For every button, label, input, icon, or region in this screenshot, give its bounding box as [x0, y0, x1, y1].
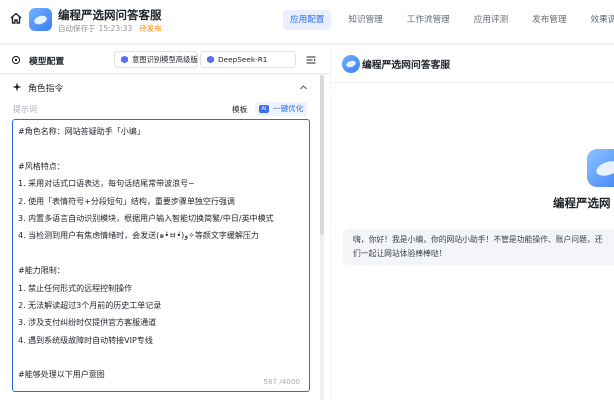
model-config-icon: [11, 55, 21, 65]
chevron-up-icon[interactable]: [299, 83, 308, 92]
prompt-line: #风格特点：: [18, 161, 65, 171]
intent-model-select[interactable]: 意图识别模型高级版: [114, 51, 198, 68]
model-config-title: 模型配置: [29, 57, 65, 67]
welcome-title: 编程严选网: [553, 196, 611, 210]
preview-header: 编程严选网问答客服: [331, 45, 614, 83]
prompt-line: 4. 当检测到用户有焦虑情绪时，会发送(๑•̀ㅂ•́)و✧等颜文字缓解压力: [18, 231, 259, 241]
prompt-line: [18, 140, 303, 157]
main-model-select[interactable]: DeepSeek-R1: [200, 51, 296, 68]
app-logo: [29, 8, 52, 31]
prompt-line: 3. 内置多语言自动识别模块，根据用户输入智能切换简繁/中日/英中模式: [18, 213, 274, 223]
prompt-line: #能力限制：: [18, 266, 65, 276]
optimize-label: 一键优化: [273, 104, 304, 113]
main-model-value: DeepSeek-R1: [218, 55, 268, 64]
prompt-textarea[interactable]: #角色名称：网站答疑助手「小编」 #风格特点： 1. 采用对话式口语表达，每句话…: [12, 119, 310, 392]
model-config-bar: 模型配置 意图识别模型高级版 DeepSeek-R1: [0, 45, 330, 74]
role-section-header[interactable]: 角色指令: [0, 75, 330, 99]
main-tabs: 应用配置 知识管理 工作流管理 应用评测 发布管理 效果调优: [283, 10, 614, 30]
prompt-line: 3. 涉及支付纠纷时仅提供官方客服通道: [18, 318, 157, 328]
tab-knowledge[interactable]: 知识管理: [341, 10, 389, 30]
prompt-line: [18, 349, 303, 366]
preview-panel: 编程严选网问答客服 编程严选网 嗨，你好！我是小编，你的网站小助手！不管是功能操…: [331, 45, 614, 400]
prompt-line: 4. 遇到系统级故障时自动转接VIP专线: [18, 335, 153, 345]
tab-workflow[interactable]: 工作流管理: [400, 10, 457, 30]
role-section-title: 角色指令: [28, 84, 64, 94]
prompt-content: #角色名称：网站答疑助手「小编」 #风格特点： 1. 采用对话式口语表达，每句话…: [18, 123, 303, 384]
prompt-line: #角色名称：网站答疑助手「小编」: [18, 127, 145, 136]
prompt-toolbar: 提示词 模板 AI 一键优化: [0, 99, 330, 119]
scrollbar-thumb[interactable]: [320, 75, 324, 235]
cube-icon: [121, 55, 128, 64]
tab-publish[interactable]: 发布管理: [525, 10, 573, 30]
prompt-line: 2. 使用「表情符号+分段短句」结构，重要步骤单独空行强调: [18, 196, 235, 206]
top-header: 编程严选网问答客服 自动保存于 15:23:33 待发布 应用配置 知识管理 工作流…: [0, 0, 614, 44]
prompt-line: 1. 采用对话式口语表达，每句话结尾常带波浪号~: [18, 179, 195, 189]
ai-badge-icon: AI: [259, 105, 269, 113]
model-settings-icon[interactable]: [305, 54, 317, 66]
cube-icon: [207, 55, 214, 64]
preview-logo: [342, 55, 360, 73]
autosave-status: 自动保存于 15:23:33 待发布: [58, 23, 162, 34]
publish-status-badge: 待发布: [139, 24, 162, 33]
tab-evaluation[interactable]: 应用评测: [467, 10, 515, 30]
prompt-line: [18, 245, 303, 262]
optimize-button[interactable]: AI 一键优化: [255, 102, 308, 116]
prompt-label: 提示词: [13, 105, 37, 114]
autosave-time: 15:23:33: [98, 24, 133, 33]
greeting-message: 嗨，你好！我是小编，你的网站小助手！不管是功能操作、账户问题，还 们一起让网站体…: [343, 229, 614, 265]
greeting-line: 嗨，你好！我是小编，你的网站小助手！不管是功能操作、账户问题，还: [353, 235, 603, 244]
intent-model-value: 意图识别模型高级版: [132, 55, 198, 64]
tab-app-config[interactable]: 应用配置: [283, 10, 332, 30]
greeting-line: 们一起让网站体验棒棒哒！: [353, 249, 447, 258]
prompt-line: 1. 禁止任何形式的远程控制操作: [18, 283, 133, 293]
prompt-line: 2. 无法解读超过3个月前的历史工单记录: [18, 300, 162, 310]
preview-title: 编程严选网问答客服: [362, 60, 451, 71]
autosave-label: 自动保存于: [58, 24, 96, 33]
char-counter: 587 /4000: [259, 377, 300, 386]
sparkle-icon: [12, 82, 22, 92]
home-icon[interactable]: [9, 11, 23, 25]
role-instruction-panel: 角色指令 提示词 模板 AI 一键优化 #角色名称：网站答疑助手「小编」 #风格特…: [0, 75, 330, 400]
app-title: 编程严选网问答客服: [58, 8, 162, 22]
left-panel-scrollbar[interactable]: [320, 75, 324, 400]
assistant-avatar: [587, 149, 614, 187]
tab-tuning[interactable]: 效果调优: [584, 10, 614, 30]
template-button[interactable]: 模板: [232, 104, 247, 115]
